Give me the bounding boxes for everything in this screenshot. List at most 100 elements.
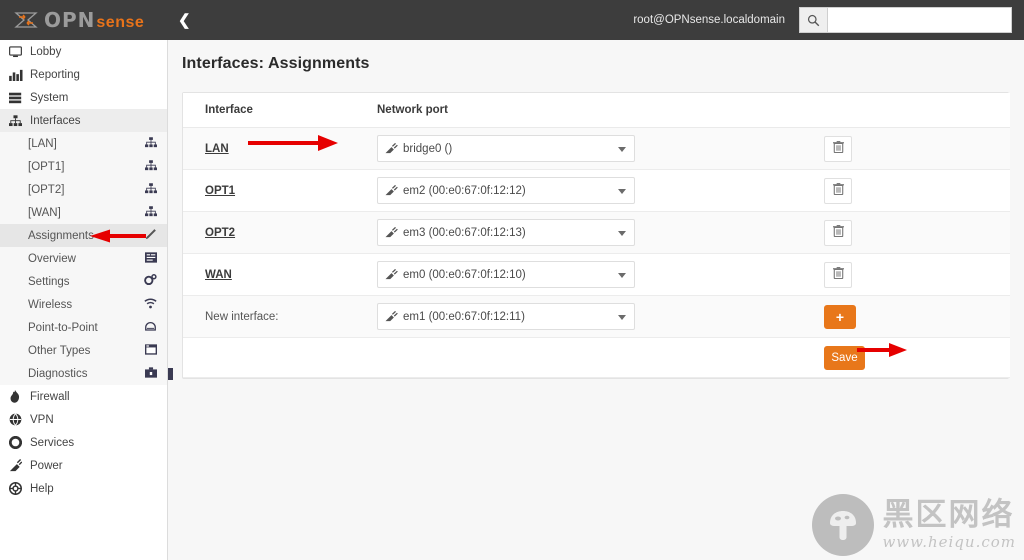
network-port-select-wan[interactable]: em0 (00:e0:67:0f:12:10) bbox=[377, 261, 635, 288]
sidebar-item-lobby[interactable]: Lobby bbox=[0, 40, 167, 63]
cell-actions bbox=[750, 253, 1010, 296]
sidebar-item-services[interactable]: Services bbox=[0, 431, 167, 454]
brand-wordmark: OPN sense bbox=[44, 10, 144, 31]
ethernet-plug-icon bbox=[385, 143, 398, 154]
sidebar-item-assignments[interactable]: Assignments bbox=[0, 224, 167, 247]
content-scrollbar-thumb[interactable] bbox=[168, 368, 173, 380]
sidebar-label-wireless: Wireless bbox=[28, 298, 73, 311]
logo-sense-text: sense bbox=[96, 13, 145, 31]
list-icon bbox=[141, 251, 157, 266]
sidebar-item-lan[interactable]: [LAN] bbox=[0, 132, 167, 155]
cell-new-interface-port: em1 (00:e0:67:0f:12:11) bbox=[355, 295, 750, 338]
logo-opn-text: OPN bbox=[44, 7, 96, 32]
network-port-value-opt1: em2 (00:e0:67:0f:12:12) bbox=[403, 184, 526, 197]
add-interface-button[interactable]: + bbox=[824, 304, 856, 329]
sidebar-label-wan: [WAN] bbox=[28, 206, 61, 219]
delete-interface-button-wan[interactable] bbox=[824, 261, 852, 288]
chevron-down-icon bbox=[618, 146, 626, 152]
page-title: Interfaces: Assignments bbox=[182, 55, 370, 72]
sidebar-item-opt1[interactable]: [OPT1] bbox=[0, 155, 167, 178]
interface-link-wan[interactable]: WAN bbox=[205, 269, 232, 281]
sidebar-label-services: Services bbox=[30, 436, 75, 449]
chevron-down-icon bbox=[618, 314, 626, 320]
chevron-down-icon bbox=[618, 230, 626, 236]
sidebar-label-assignments: Assignments bbox=[28, 229, 94, 242]
network-port-select-opt1[interactable]: em2 (00:e0:67:0f:12:12) bbox=[377, 177, 635, 204]
table-row: WAN em0 (00:e0:67:0f:12:10) bbox=[183, 253, 1010, 296]
interface-link-opt2[interactable]: OPT2 bbox=[205, 227, 235, 239]
sidebar-label-vpn: VPN bbox=[30, 413, 54, 426]
cell-new-interface-action: + bbox=[750, 295, 1010, 338]
assignments-panel: Interface Network port LAN bridge0 () OP… bbox=[182, 92, 1010, 379]
opnsense-web-ui: OPN sense ❮ root@OPNsense.localdomain Lo… bbox=[0, 0, 1024, 560]
sidebar-item-wan[interactable]: [WAN] bbox=[0, 201, 167, 224]
cell-new-interface-label: New interface: bbox=[183, 295, 355, 338]
interface-link-opt1[interactable]: OPT1 bbox=[205, 185, 235, 197]
monitor-icon bbox=[9, 45, 27, 58]
ethernet-plug-icon bbox=[385, 185, 398, 196]
sidebar-item-system[interactable]: System bbox=[0, 86, 167, 109]
cell-actions bbox=[750, 211, 1010, 254]
delete-interface-button-opt2[interactable] bbox=[824, 219, 852, 246]
cell-network-port: em2 (00:e0:67:0f:12:12) bbox=[355, 169, 750, 212]
cell-actions bbox=[750, 127, 1010, 170]
sidebar-item-opt2[interactable]: [OPT2] bbox=[0, 178, 167, 201]
delete-interface-button-opt1[interactable] bbox=[824, 177, 852, 204]
sidebar-label-lobby: Lobby bbox=[30, 45, 62, 58]
delete-interface-button-lan[interactable] bbox=[824, 135, 852, 162]
cell-interface: OPT2 bbox=[183, 211, 355, 254]
column-header-network-port: Network port bbox=[355, 93, 750, 128]
sidebar-label-overview: Overview bbox=[28, 252, 76, 265]
sidebar-item-wireless[interactable]: Wireless bbox=[0, 293, 167, 316]
brand-logo[interactable]: OPN sense bbox=[0, 0, 168, 40]
column-header-actions bbox=[750, 93, 1010, 128]
sidebar-item-overview[interactable]: Overview bbox=[0, 247, 167, 270]
save-button[interactable]: Save bbox=[824, 345, 865, 370]
search-icon[interactable] bbox=[799, 7, 827, 33]
topbar-right-cluster: root@OPNsense.localdomain bbox=[633, 0, 1024, 40]
cell-network-port: bridge0 () bbox=[355, 127, 750, 170]
globe-lock-icon bbox=[9, 413, 27, 426]
sidebar-item-point-to-point[interactable]: Point-to-Point bbox=[0, 316, 167, 339]
network-port-select-lan[interactable]: bridge0 () bbox=[377, 135, 635, 162]
sidebar-item-diagnostics[interactable]: Diagnostics bbox=[0, 362, 167, 385]
wifi-icon bbox=[141, 298, 157, 312]
watermark-url: www.heiqu.com bbox=[882, 532, 1016, 551]
cell-empty-mid bbox=[355, 337, 750, 378]
modem-icon bbox=[141, 321, 157, 335]
toolbox-icon bbox=[141, 366, 157, 381]
table-header-row: Interface Network port bbox=[183, 93, 1010, 128]
network-port-select-opt2[interactable]: em3 (00:e0:67:0f:12:13) bbox=[377, 219, 635, 246]
sidebar-label-point-to-point: Point-to-Point bbox=[28, 321, 98, 334]
sidebar-collapse-chevron-left-icon[interactable]: ❮ bbox=[178, 13, 191, 28]
cell-interface: OPT1 bbox=[183, 169, 355, 212]
interface-assignments-table: Interface Network port LAN bridge0 () OP… bbox=[183, 93, 1010, 378]
sidebar-label-interfaces: Interfaces bbox=[30, 114, 81, 127]
sidebar-item-other-types[interactable]: Other Types bbox=[0, 339, 167, 362]
sidebar-item-help[interactable]: Help bbox=[0, 477, 167, 500]
sidebar-label-settings: Settings bbox=[28, 275, 70, 288]
sidebar-item-interfaces[interactable]: Interfaces bbox=[0, 109, 167, 132]
sidebar-label-firewall: Firewall bbox=[30, 390, 70, 403]
save-row: Save bbox=[183, 337, 1010, 378]
search-input[interactable] bbox=[827, 7, 1012, 33]
plus-icon: + bbox=[835, 308, 845, 325]
watermark-text-block: 黑区网络 www.heiqu.com bbox=[882, 496, 1016, 551]
sidebar-label-opt1: [OPT1] bbox=[28, 160, 65, 173]
sidebar-item-settings[interactable]: Settings bbox=[0, 270, 167, 293]
column-header-interface: Interface bbox=[183, 93, 355, 128]
network-port-value-lan: bridge0 () bbox=[403, 142, 453, 155]
sidebar-item-firewall[interactable]: Firewall bbox=[0, 385, 167, 408]
sidebar-label-diagnostics: Diagnostics bbox=[28, 367, 88, 380]
cell-actions bbox=[750, 169, 1010, 212]
sidebar-item-vpn[interactable]: VPN bbox=[0, 408, 167, 431]
sidebar-item-reporting[interactable]: Reporting bbox=[0, 63, 167, 86]
network-port-select-new[interactable]: em1 (00:e0:67:0f:12:11) bbox=[377, 303, 635, 330]
watermark-chinese-text: 黑区网络 bbox=[882, 496, 1015, 533]
power-plug-icon bbox=[9, 459, 27, 472]
sidebar-item-power[interactable]: Power bbox=[0, 454, 167, 477]
global-search bbox=[799, 7, 1012, 33]
interface-link-lan[interactable]: LAN bbox=[205, 143, 229, 155]
network-port-value-new: em1 (00:e0:67:0f:12:11) bbox=[403, 310, 525, 323]
trash-icon bbox=[832, 225, 844, 240]
